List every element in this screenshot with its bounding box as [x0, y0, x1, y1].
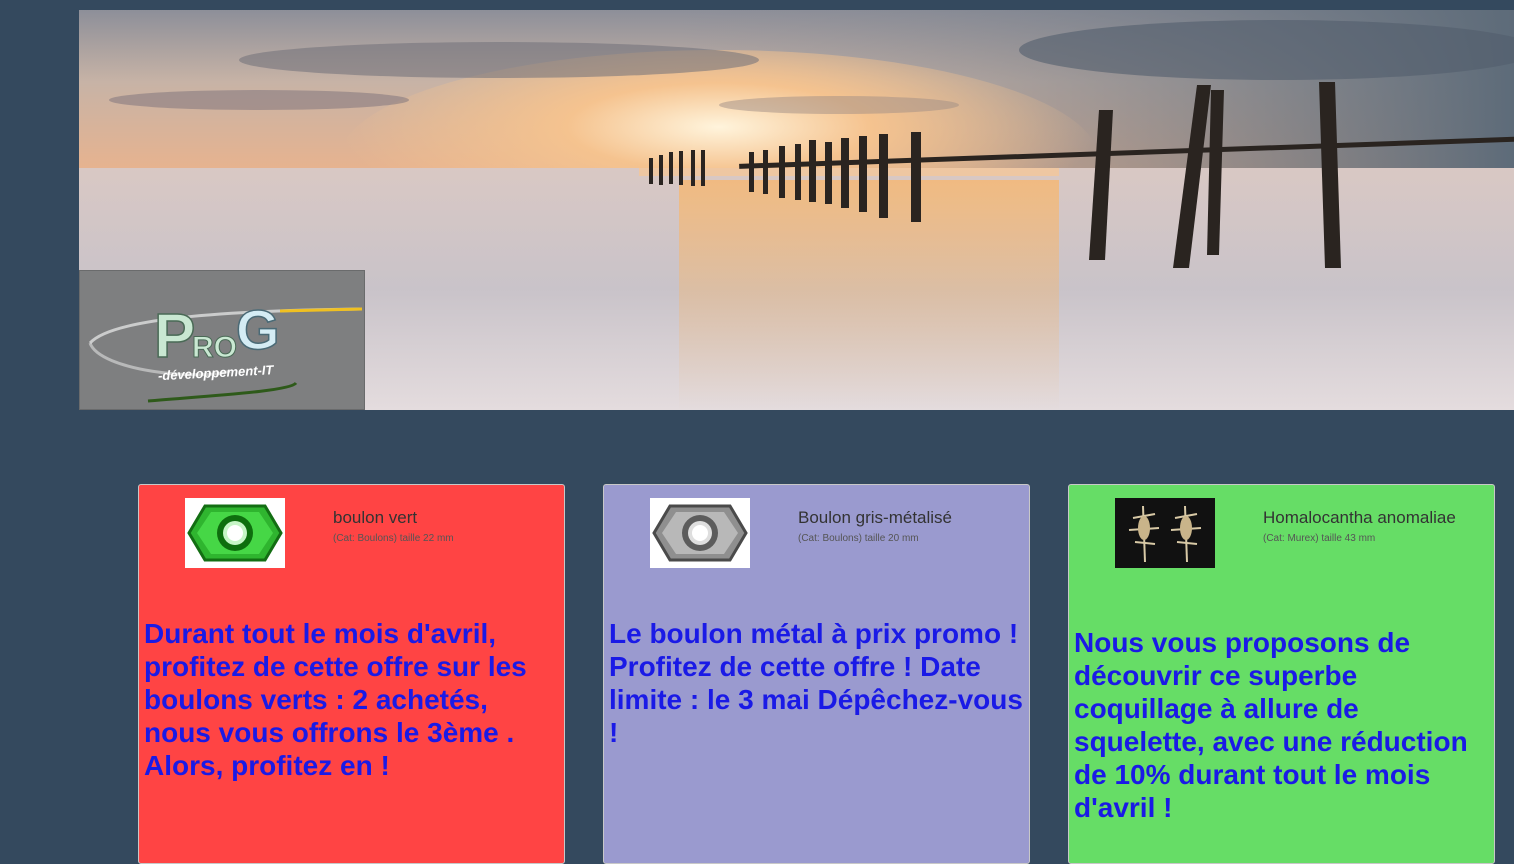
logo-letters-ro: RO	[192, 331, 237, 364]
product-thumbnail[interactable]	[1115, 498, 1215, 568]
product-category: (Cat: Murex) taille 43 mm	[1263, 533, 1376, 544]
header-banner: P RO G -développement-IT	[79, 10, 1514, 410]
product-name[interactable]: Homalocantha anomaliae	[1263, 508, 1456, 527]
promo-text: Le boulon métal à prix promo ! Profitez …	[609, 618, 1023, 748]
product-thumbnail[interactable]	[185, 498, 285, 568]
product-info: Homalocantha anomaliae (Cat: Murex) tail…	[1263, 508, 1463, 545]
product-card-shell[interactable]: Homalocantha anomaliae (Cat: Murex) tail…	[1068, 484, 1495, 864]
product-info: boulon vert (Cat: Boulons) taille 22 mm	[333, 508, 533, 545]
product-card-green-bolt[interactable]: boulon vert (Cat: Boulons) taille 22 mm …	[138, 484, 565, 864]
logo-letter-g: G	[236, 298, 280, 361]
product-name[interactable]: Boulon gris-métalisé	[798, 508, 952, 527]
promo-text: Durant tout le mois d'avril, profitez de…	[144, 618, 527, 781]
shell-photo	[1128, 505, 1202, 563]
logo-letter-p: P	[154, 302, 195, 371]
product-name[interactable]: boulon vert	[333, 508, 417, 527]
product-card-metal-bolt[interactable]: Boulon gris-métalisé (Cat: Boulons) tail…	[603, 484, 1030, 864]
green-nut-photo	[187, 504, 283, 562]
promo-text: Nous vous proposons de découvrir ce supe…	[1074, 627, 1468, 823]
prog-logo-icon: P RO G -développement-IT	[88, 297, 363, 403]
product-category: (Cat: Boulons) taille 20 mm	[798, 533, 919, 544]
company-logo[interactable]: P RO G -développement-IT	[79, 270, 365, 410]
product-thumbnail[interactable]	[650, 498, 750, 568]
product-info: Boulon gris-métalisé (Cat: Boulons) tail…	[798, 508, 998, 545]
product-category: (Cat: Boulons) taille 22 mm	[333, 533, 454, 544]
metal-nut-photo	[652, 504, 748, 562]
